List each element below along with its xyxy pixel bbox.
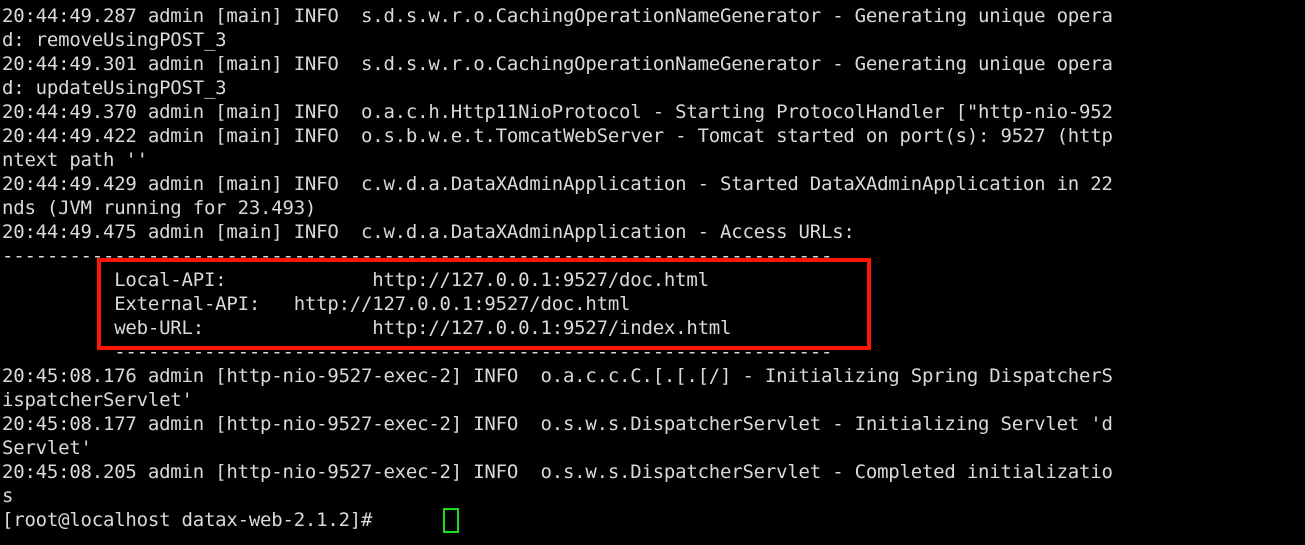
external-api-line: External-API: http://127.0.0.1:9527/doc.… — [2, 293, 631, 315]
log-line: Servlet' — [2, 437, 92, 459]
log-line: 20:44:49.422 admin [main] INFO o.s.b.w.e… — [2, 125, 1113, 147]
shell-prompt[interactable]: [root@localhost datax-web-2.1.2]# — [0, 508, 1305, 532]
log-line: 20:44:49.429 admin [main] INFO c.w.d.a.D… — [2, 173, 1113, 195]
log-line: nds (JVM running for 23.493) — [2, 197, 317, 219]
log-line: 20:45:08.177 admin [http-nio-9527-exec-2… — [2, 413, 1113, 435]
log-line: s — [2, 485, 14, 507]
log-line: 20:44:49.301 admin [main] INFO s.d.s.w.r… — [2, 53, 1113, 75]
terminal-cursor — [443, 508, 459, 533]
log-line: 20:45:08.205 admin [http-nio-9527-exec-2… — [2, 461, 1113, 483]
separator-line-top: ----------------------------------------… — [2, 245, 833, 267]
log-line: 20:44:49.475 admin [main] INFO c.w.d.a.D… — [2, 221, 855, 243]
terminal-window[interactable]: 20:44:49.287 admin [main] INFO s.d.s.w.r… — [0, 0, 1305, 545]
log-line: 20:44:49.370 admin [main] INFO o.a.c.h.H… — [2, 101, 1113, 123]
log-line: 20:45:08.176 admin [http-nio-9527-exec-2… — [2, 365, 1113, 387]
log-line: d: updateUsingPOST_3 — [2, 77, 227, 99]
terminal-output: 20:44:49.287 admin [main] INFO s.d.s.w.r… — [0, 4, 1305, 532]
separator-line-bottom: ----------------------------------------… — [2, 341, 833, 363]
log-line: 20:44:49.287 admin [main] INFO s.d.s.w.r… — [2, 5, 1113, 27]
log-line: ispatcherServlet' — [2, 389, 193, 411]
log-line: d: removeUsingPOST_3 — [2, 29, 227, 51]
web-url-line: web-URL: http://127.0.0.1:9527/index.htm… — [2, 317, 732, 339]
log-line: ntext path '' — [2, 149, 148, 171]
local-api-line: Local-API: http://127.0.0.1:9527/doc.htm… — [2, 269, 709, 291]
